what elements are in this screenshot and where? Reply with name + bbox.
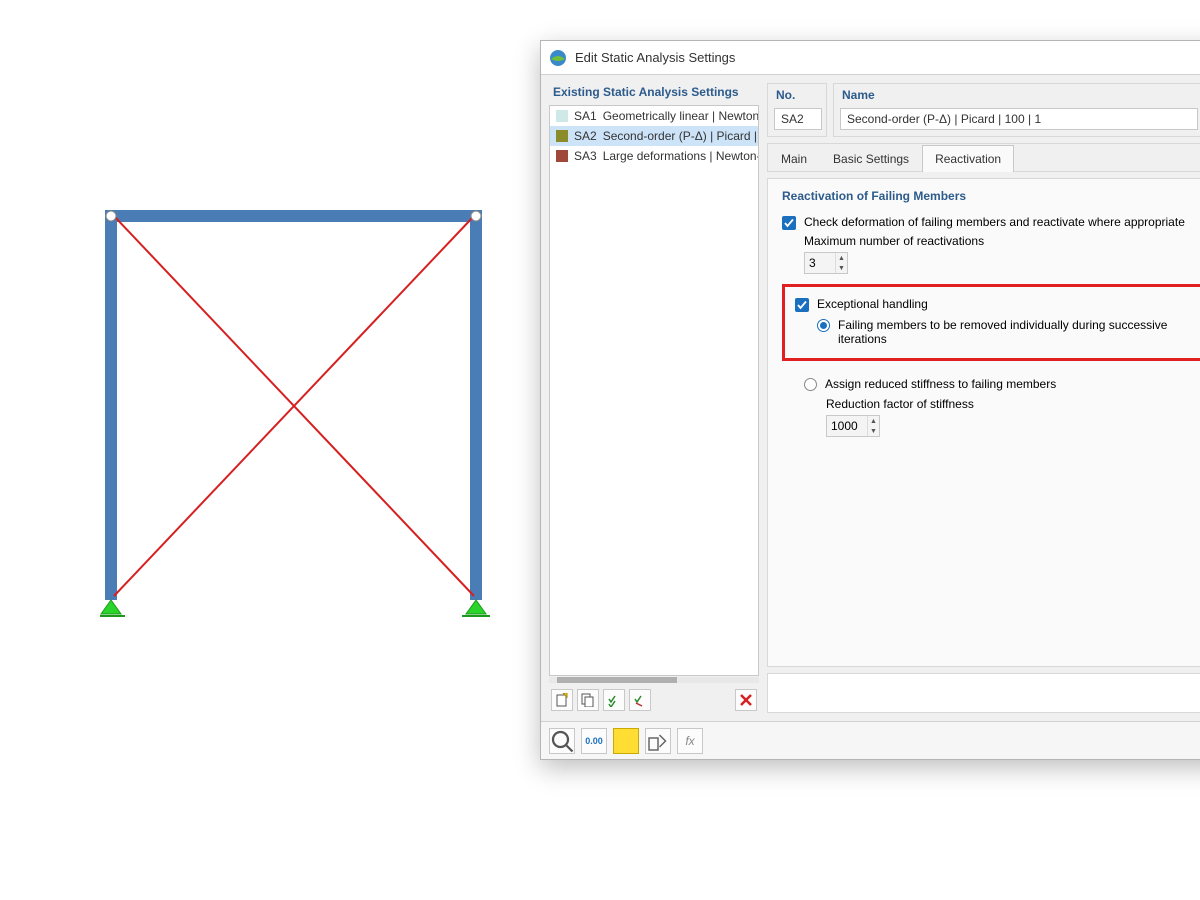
swatch-icon bbox=[556, 110, 568, 122]
radio-stiffness-label: Assign reduced stiffness to failing memb… bbox=[825, 377, 1056, 391]
exceptional-handling-highlight: Exceptional handling Failing members to … bbox=[782, 284, 1200, 361]
tab-basic-settings[interactable]: Basic Settings bbox=[820, 145, 922, 172]
tabs: Main Basic Settings Reactivation bbox=[767, 143, 1200, 172]
comment-panel[interactable] bbox=[767, 673, 1200, 713]
swatch-icon bbox=[556, 150, 568, 162]
edit-static-analysis-dialog: Edit Static Analysis Settings Existing S… bbox=[540, 40, 1200, 760]
spin-up-icon[interactable]: ▲ bbox=[836, 253, 847, 263]
tab-reactivation[interactable]: Reactivation bbox=[922, 145, 1014, 172]
radio-reduced-stiffness[interactable] bbox=[804, 378, 817, 391]
frame-diagram bbox=[100, 200, 500, 640]
settings-list-header: Existing Static Analysis Settings bbox=[549, 83, 759, 105]
exceptional-handling-checkbox[interactable] bbox=[795, 298, 809, 312]
reduction-factor-label: Reduction factor of stiffness bbox=[826, 397, 1200, 411]
settings-item-SA1[interactable]: SA1 Geometrically linear | Newton-Rap bbox=[550, 106, 758, 126]
app-icon bbox=[549, 49, 567, 67]
copy-button[interactable] bbox=[577, 689, 599, 711]
dialog-titlebar: Edit Static Analysis Settings bbox=[541, 41, 1200, 75]
settings-item-SA3[interactable]: SA3 Large deformations | Newton-Rap bbox=[550, 146, 758, 166]
units-button[interactable]: 0.00 bbox=[581, 728, 607, 754]
model-canvas bbox=[0, 0, 540, 900]
item-code: SA1 bbox=[574, 109, 597, 123]
list-h-scrollbar[interactable] bbox=[549, 677, 759, 683]
check-deformation-label: Check deformation of failing members and… bbox=[804, 215, 1185, 229]
settings-list: SA1 Geometrically linear | Newton-Rap SA… bbox=[549, 105, 759, 676]
reduction-factor-input[interactable] bbox=[827, 416, 867, 436]
apply-to-model-button[interactable] bbox=[645, 728, 671, 754]
function-button[interactable]: fx bbox=[677, 728, 703, 754]
section-title: Reactivation of Failing Members bbox=[782, 189, 1200, 203]
uncheck-all-button[interactable] bbox=[629, 689, 651, 711]
swatch-icon bbox=[556, 130, 568, 142]
item-code: SA2 bbox=[574, 129, 597, 143]
item-label: Geometrically linear | Newton-Rap bbox=[603, 109, 759, 123]
radio-remove-label: Failing members to be removed individual… bbox=[838, 318, 1200, 346]
radio-remove-individually[interactable] bbox=[817, 319, 830, 332]
reduction-factor-spinner[interactable]: ▲▼ bbox=[826, 415, 880, 437]
color-button[interactable] bbox=[613, 728, 639, 754]
check-deformation-checkbox[interactable] bbox=[782, 216, 796, 230]
delete-button[interactable] bbox=[735, 689, 757, 711]
no-input[interactable] bbox=[774, 108, 822, 130]
item-label: Second-order (P-Δ) | Picard | 100 | bbox=[603, 129, 759, 143]
no-label: No. bbox=[768, 84, 826, 106]
dialog-title: Edit Static Analysis Settings bbox=[575, 50, 735, 65]
exceptional-handling-label: Exceptional handling bbox=[817, 297, 928, 311]
spin-down-icon[interactable]: ▼ bbox=[868, 426, 879, 436]
name-input[interactable] bbox=[840, 108, 1198, 130]
spin-down-icon[interactable]: ▼ bbox=[836, 263, 847, 273]
dialog-bottom-toolbar: 0.00 fx bbox=[541, 721, 1200, 759]
max-reactivations-label: Maximum number of reactivations bbox=[804, 234, 1200, 248]
tab-content-reactivation: Reactivation of Failing Members Check de… bbox=[767, 178, 1200, 667]
name-label: Name bbox=[834, 84, 1200, 106]
tab-main[interactable]: Main bbox=[768, 145, 820, 172]
check-all-button[interactable] bbox=[603, 689, 625, 711]
settings-item-SA2[interactable]: SA2 Second-order (P-Δ) | Picard | 100 | bbox=[550, 126, 758, 146]
max-reactivations-spinner[interactable]: ▲▼ bbox=[804, 252, 848, 274]
item-label: Large deformations | Newton-Rap bbox=[603, 149, 759, 163]
help-button[interactable] bbox=[549, 728, 575, 754]
max-reactivations-input[interactable] bbox=[805, 253, 835, 273]
new-button[interactable] bbox=[551, 689, 573, 711]
item-code: SA3 bbox=[574, 149, 597, 163]
spin-up-icon[interactable]: ▲ bbox=[868, 416, 879, 426]
units-label: 0.00 bbox=[585, 736, 603, 746]
